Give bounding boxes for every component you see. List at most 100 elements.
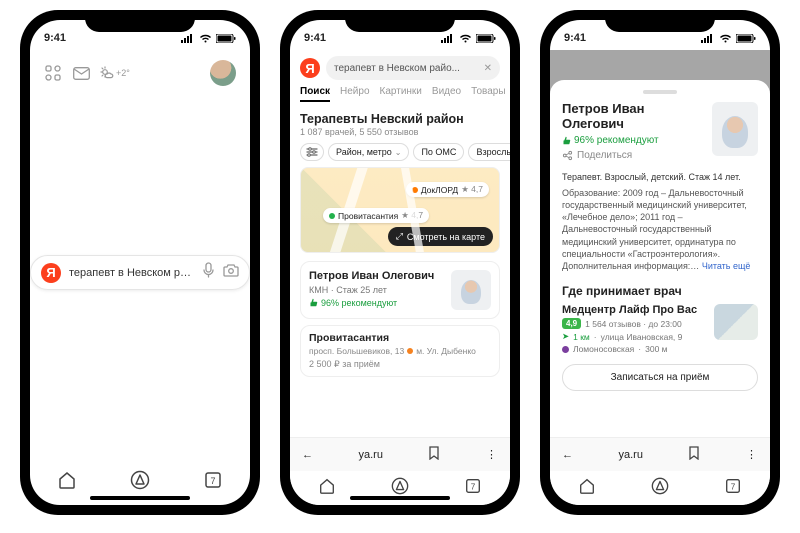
menu-icon[interactable]: ⋮ — [486, 448, 498, 461]
search-query-text: терапевт в Невском райо... — [334, 63, 480, 74]
doctor-summary: Терапевт. Взрослый, детский. Стаж 14 лет… — [562, 171, 758, 183]
status-time: 9:41 — [304, 32, 326, 44]
bookmark-icon[interactable] — [688, 446, 700, 463]
battery-icon — [476, 34, 496, 43]
filter-oms[interactable]: По ОМС — [413, 143, 464, 161]
phone-home: 9:41 +2° Я терапевт в Невском ра — [20, 10, 260, 515]
nav-alisa-icon[interactable] — [130, 470, 150, 495]
tab-neuro[interactable]: Нейро — [340, 86, 370, 102]
nav-home-icon[interactable] — [318, 477, 336, 500]
doctor-card[interactable]: Петров Иван Олегович КМН · Стаж 25 лет 9… — [300, 261, 500, 319]
nav-calendar-icon[interactable]: 7 — [724, 477, 742, 500]
map-pin-icon — [329, 213, 335, 219]
wifi-icon — [719, 34, 732, 43]
clinic-metro: Ломоносовская — [573, 344, 634, 354]
doctor-photo — [451, 270, 491, 310]
filter-district[interactable]: Район, метро⌄ — [328, 143, 409, 161]
status-bar: 9:41 — [550, 20, 770, 50]
nav-calendar-icon[interactable]: 7 — [464, 477, 482, 500]
browser-toolbar: ← ya.ru ⋮ — [550, 437, 770, 471]
bookmark-icon[interactable] — [428, 446, 440, 463]
doctor-recommend: 96% рекомендуют — [309, 298, 443, 308]
home-indicator[interactable] — [350, 496, 450, 500]
weather-temp: +2° — [116, 68, 130, 78]
battery-icon — [736, 34, 756, 43]
tab-video[interactable]: Видео — [432, 86, 461, 102]
browser-url[interactable]: ya.ru — [619, 449, 643, 461]
map-preview[interactable]: ДокЛОРД ★ 4,7 Провитасантия ★ 4,7 ⤢ Смот… — [300, 167, 500, 253]
avatar[interactable] — [210, 60, 236, 86]
clinic-card[interactable]: Медцентр Лайф Про Вас 4,9 1 564 отзывов … — [562, 304, 758, 354]
back-icon[interactable]: ← — [302, 449, 313, 461]
browser-toolbar: ← ya.ru ⋮ — [290, 437, 510, 471]
open-map-button[interactable]: ⤢ Смотреть на карте — [388, 227, 493, 246]
clinic-rating: 4,9 — [562, 318, 581, 329]
clinic-reviews: 1 564 отзывов · до 23:00 — [585, 319, 682, 329]
wifi-icon — [199, 34, 212, 43]
read-more-link[interactable]: Читать ещё — [702, 261, 751, 271]
wifi-icon — [459, 34, 472, 43]
search-tabs: Поиск Нейро Картинки Видео Товары — [290, 86, 510, 106]
filter-row: Район, метро⌄ По ОМС Взрослые и д — [290, 137, 510, 167]
thumb-up-icon — [562, 136, 571, 145]
doctor-name: Петров Иван Олегович — [309, 270, 443, 283]
expand-icon: ⤢ — [396, 231, 403, 242]
search-query-text: терапевт в Невском ра... — [69, 267, 194, 279]
clear-icon[interactable]: ✕ — [484, 63, 492, 74]
doctor-recommend: 96% рекомендуют — [562, 135, 704, 146]
nav-alisa-icon[interactable] — [651, 477, 669, 500]
browser-url[interactable]: ya.ru — [359, 449, 383, 461]
device-notch — [345, 10, 455, 32]
signal-icon — [181, 34, 195, 43]
filter-adults[interactable]: Взрослые и д — [468, 143, 510, 161]
device-notch — [85, 10, 195, 32]
clinic-distance: 1 км — [573, 332, 590, 342]
camera-icon[interactable] — [223, 264, 239, 282]
doctor-bio: Образование: 2009 год – Дальневосточный … — [562, 188, 747, 271]
home-indicator[interactable] — [90, 496, 190, 500]
tab-goods[interactable]: Товары — [471, 86, 505, 102]
clinic-name: Провитасантия — [309, 332, 491, 344]
book-appointment-button[interactable]: Записаться на приём — [562, 364, 758, 391]
clinic-metro-distance: 300 м — [645, 344, 667, 354]
svg-text:7: 7 — [211, 476, 216, 486]
nav-calendar-icon[interactable]: 7 — [203, 470, 223, 495]
yandex-logo-icon[interactable]: Я — [300, 58, 320, 78]
clinic-photo — [714, 304, 758, 340]
walk-icon: ➤ — [562, 331, 569, 342]
clinic-metro: м. Ул. Дыбенко — [416, 346, 476, 356]
yandex-logo-icon: Я — [41, 263, 61, 283]
tab-images[interactable]: Картинки — [380, 86, 422, 102]
share-icon — [562, 150, 573, 161]
search-bar[interactable]: Я терапевт в Невском ра... — [30, 255, 250, 290]
clinic-address: улица Ивановская, 9 — [601, 332, 683, 342]
filter-settings-icon[interactable] — [300, 143, 324, 161]
map-poi-1[interactable]: ДокЛОРД ★ 4,7 — [406, 182, 489, 197]
results-title: Терапевты Невский район — [300, 112, 500, 126]
back-icon[interactable]: ← — [562, 449, 573, 461]
sheet-drag-handle[interactable] — [643, 90, 677, 94]
svg-text:7: 7 — [471, 482, 476, 491]
apps-icon[interactable] — [44, 64, 62, 82]
signal-icon — [701, 34, 715, 43]
nav-home-icon[interactable] — [578, 477, 596, 500]
doctor-sheet: Петров Иван Олегович 96% рекомендуют Под… — [550, 80, 770, 437]
clinic-price: 2 500 ₽ за приём — [309, 359, 491, 370]
voice-icon[interactable] — [202, 262, 215, 283]
share-button[interactable]: Поделиться — [562, 150, 704, 161]
section-where-title: Где принимает врач — [562, 284, 758, 298]
phone-doctor-detail: 9:41 Петров Иван Олегович 96% рекомендую… — [540, 10, 780, 515]
nav-home-icon[interactable] — [57, 470, 77, 495]
clinic-card[interactable]: Провитасантия просп. Большевиков, 13 м. … — [300, 325, 500, 377]
search-input[interactable]: терапевт в Невском райо... ✕ — [326, 56, 500, 80]
thumb-up-icon — [309, 298, 318, 307]
signal-icon — [441, 34, 455, 43]
map-poi-2[interactable]: Провитасантия ★ 4,7 — [323, 208, 429, 223]
mail-icon[interactable] — [72, 64, 90, 82]
menu-icon[interactable]: ⋮ — [746, 448, 758, 461]
map-pin-icon — [412, 187, 418, 193]
weather-icon[interactable]: +2° — [100, 64, 130, 82]
tab-search[interactable]: Поиск — [300, 86, 330, 102]
metro-icon — [407, 348, 413, 354]
doctor-name: Петров Иван Олегович — [562, 102, 704, 132]
